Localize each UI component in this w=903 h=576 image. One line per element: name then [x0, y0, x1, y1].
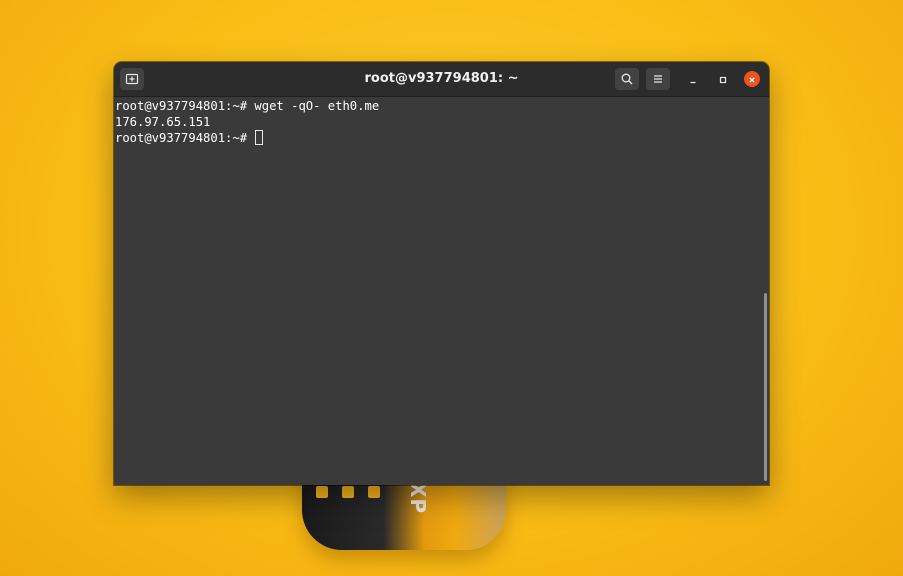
command-output: 176.97.65.151 [115, 115, 211, 129]
search-icon [620, 72, 634, 86]
new-tab-button[interactable] [120, 68, 144, 90]
maximize-button[interactable] [715, 71, 731, 87]
shell-prompt: root@v937794801:~# [115, 99, 255, 113]
vertical-scrollbar[interactable] [764, 293, 767, 481]
film-perforation [316, 486, 328, 498]
title-bar[interactable]: root@v937794801: ~ [114, 62, 769, 97]
hamburger-menu-icon [651, 72, 665, 86]
terminal-line: 176.97.65.151 [115, 114, 769, 130]
minimize-icon [688, 70, 698, 89]
canister-label: XP [406, 482, 430, 515]
text-cursor [255, 130, 264, 145]
search-button[interactable] [615, 68, 639, 90]
film-perforation [368, 486, 380, 498]
terminal-line: root@v937794801:~# [115, 130, 769, 146]
film-perforation [342, 486, 354, 498]
new-tab-icon [125, 72, 139, 86]
close-button[interactable] [744, 71, 760, 87]
terminal-output[interactable]: root@v937794801:~# wget -qO- eth0.me 176… [114, 97, 769, 485]
minimize-button[interactable] [685, 71, 701, 87]
terminal-line: root@v937794801:~# wget -qO- eth0.me [115, 98, 769, 114]
terminal-window: root@v937794801: ~ root@v937794801:~# wg… [114, 62, 769, 485]
command-text: wget -qO- eth0.me [254, 99, 380, 113]
window-title: root@v937794801: ~ [364, 71, 519, 86]
shell-prompt: root@v937794801:~# [115, 131, 255, 145]
menu-button[interactable] [646, 68, 670, 90]
close-icon [747, 70, 757, 89]
maximize-icon [718, 70, 728, 89]
